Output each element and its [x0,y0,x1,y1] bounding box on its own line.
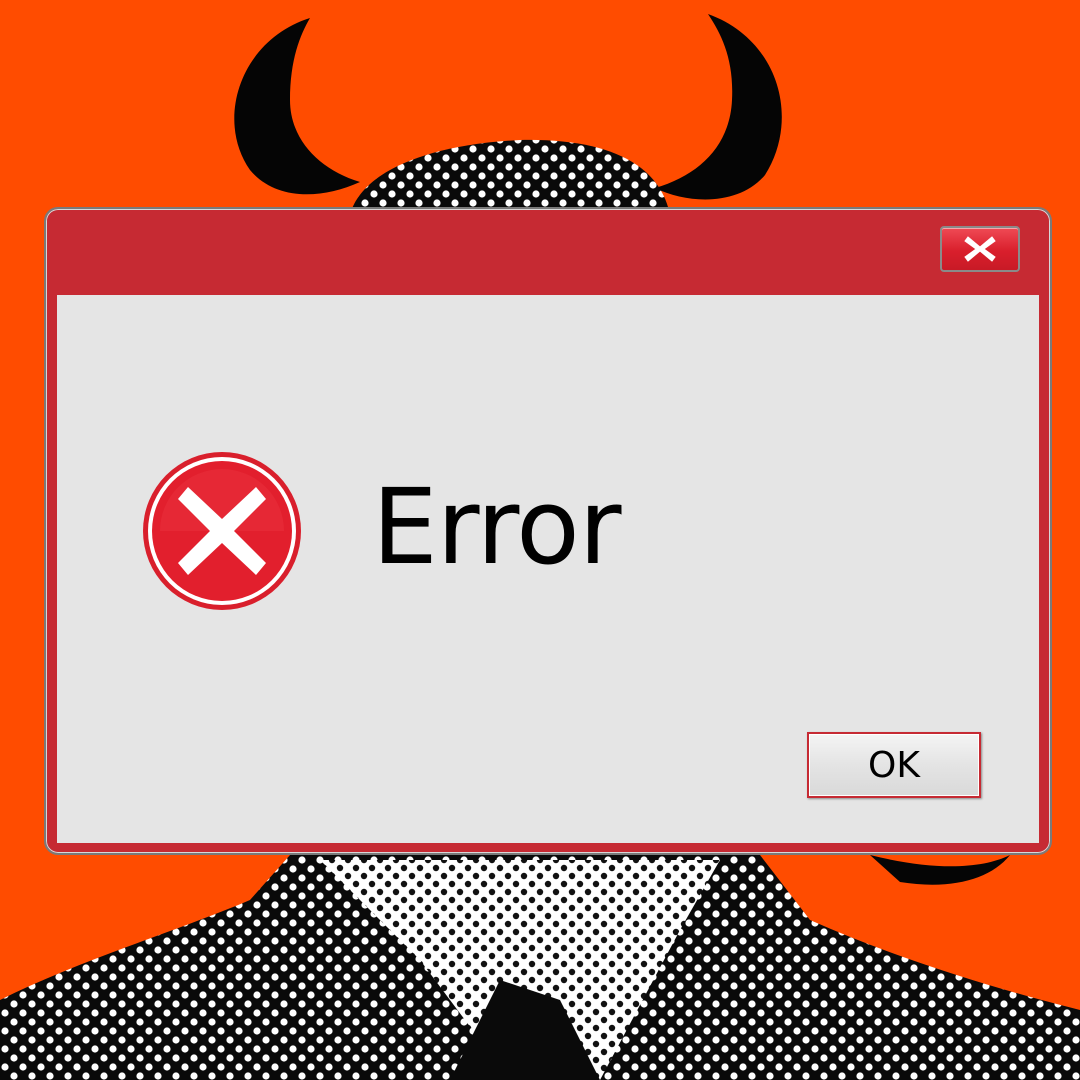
left-horn [234,18,360,195]
close-icon [964,236,996,262]
error-message: Error [372,466,621,588]
dark-shadow-right [870,855,1010,885]
title-bar[interactable] [46,209,1050,295]
head-top [350,139,670,215]
error-dialog: Error OK [44,207,1052,855]
error-icon [143,452,301,610]
right-horn [655,14,782,200]
close-button[interactable] [940,226,1020,272]
dialog-body: Error OK [57,295,1039,843]
ok-button[interactable]: OK [807,732,981,798]
